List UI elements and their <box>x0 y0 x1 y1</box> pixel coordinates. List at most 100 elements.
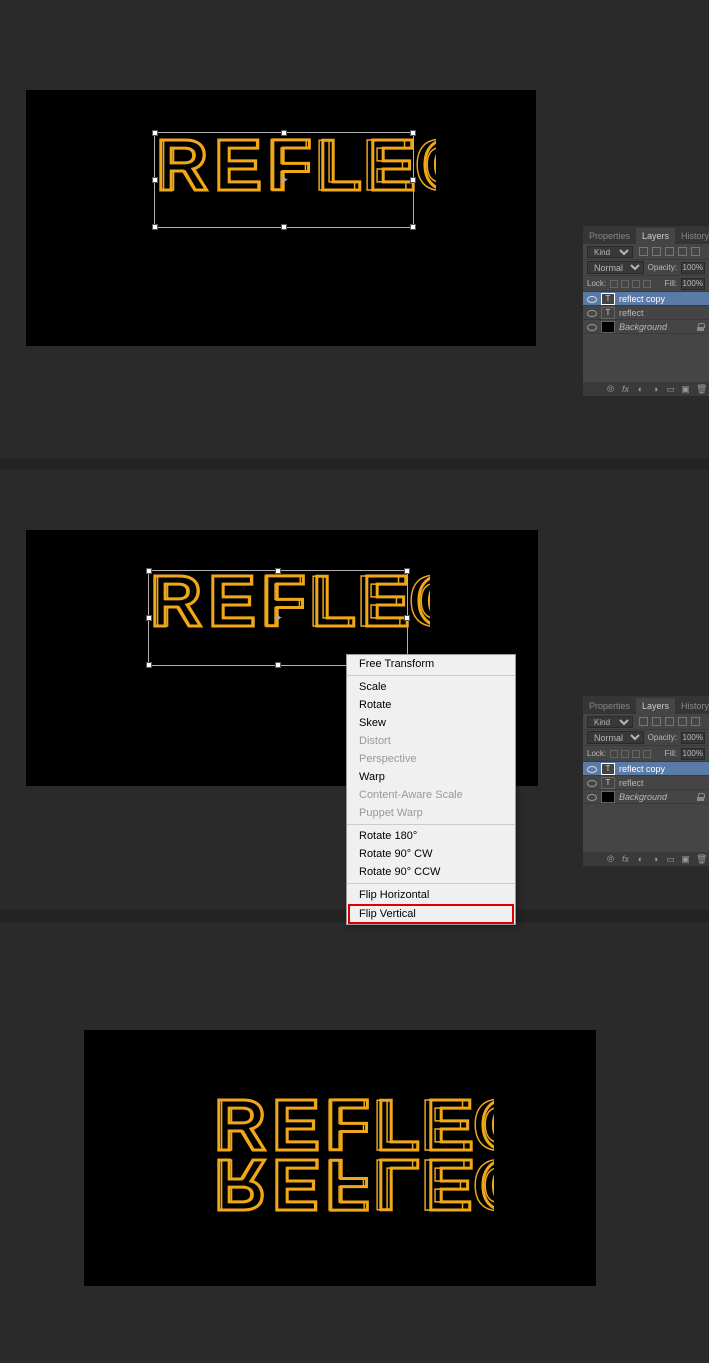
menu-flip-horizontal[interactable]: Flip Horizontal <box>347 886 515 904</box>
lock-pixels-icon[interactable] <box>621 280 629 288</box>
filter-type-icon[interactable] <box>665 247 674 256</box>
tab-layers[interactable]: Layers <box>636 228 675 244</box>
lock-pixels-icon[interactable] <box>621 750 629 758</box>
transform-handle[interactable] <box>410 224 416 230</box>
lock-transparency-icon[interactable] <box>610 280 618 288</box>
transform-bounding-box[interactable]: ✦ <box>154 132 414 228</box>
new-layer-icon[interactable]: ▣ <box>681 385 690 394</box>
layer-row[interactable]: Background <box>583 320 709 334</box>
visibility-toggle-icon[interactable] <box>587 322 597 332</box>
layer-name[interactable]: reflect copy <box>619 764 665 774</box>
canvas[interactable]: REFLECT REFLECT REFLECT REFLECT <box>84 1030 596 1286</box>
lock-position-icon[interactable] <box>632 750 640 758</box>
visibility-toggle-icon[interactable] <box>587 308 597 318</box>
transform-handle[interactable] <box>146 615 152 621</box>
filter-adjustment-icon[interactable] <box>652 717 661 726</box>
filter-shape-icon[interactable] <box>678 717 687 726</box>
opacity-input[interactable] <box>681 262 705 274</box>
transform-handle[interactable] <box>146 568 152 574</box>
menu-free-transform[interactable]: Free Transform <box>347 655 515 673</box>
filter-type-icon[interactable] <box>665 717 674 726</box>
transform-anchor-icon[interactable]: ✦ <box>273 613 283 623</box>
transform-handle[interactable] <box>404 568 410 574</box>
reflect-text-mirrored[interactable]: REFLECT REFLECT REFLECT REFLECT <box>214 1080 494 1250</box>
layer-thumbnail[interactable] <box>601 321 615 333</box>
layer-name[interactable]: reflect copy <box>619 294 665 304</box>
filter-smart-icon[interactable] <box>691 717 700 726</box>
layer-fx-icon[interactable]: fx <box>621 385 630 394</box>
tab-history[interactable]: History <box>675 228 709 244</box>
layer-thumbnail[interactable]: T <box>601 763 615 775</box>
transform-handle[interactable] <box>152 130 158 136</box>
visibility-toggle-icon[interactable] <box>587 792 597 802</box>
transform-handle[interactable] <box>146 662 152 668</box>
menu-warp[interactable]: Warp <box>347 768 515 786</box>
layer-filter-icons[interactable] <box>639 717 700 726</box>
lock-position-icon[interactable] <box>632 280 640 288</box>
layer-thumbnail[interactable]: T <box>601 293 615 305</box>
layer-mask-icon[interactable]: ◐ <box>636 385 645 394</box>
transform-handle[interactable] <box>404 615 410 621</box>
filter-pixel-icon[interactable] <box>639 717 648 726</box>
layer-row[interactable]: Background <box>583 790 709 804</box>
transform-handle[interactable] <box>410 177 416 183</box>
link-layers-icon[interactable]: ⦾ <box>606 385 615 394</box>
layer-kind-filter[interactable]: Kind <box>587 716 633 728</box>
menu-skew[interactable]: Skew <box>347 714 515 732</box>
transform-handle[interactable] <box>152 177 158 183</box>
visibility-toggle-icon[interactable] <box>587 764 597 774</box>
menu-rotate[interactable]: Rotate <box>347 696 515 714</box>
transform-handle[interactable] <box>281 130 287 136</box>
visibility-toggle-icon[interactable] <box>587 294 597 304</box>
menu-flip-vertical[interactable]: Flip Vertical <box>349 905 513 923</box>
tab-properties[interactable]: Properties <box>583 228 636 244</box>
filter-pixel-icon[interactable] <box>639 247 648 256</box>
transform-handle[interactable] <box>275 568 281 574</box>
layer-row[interactable]: T reflect copy <box>583 762 709 776</box>
layer-group-icon[interactable]: ▭ <box>666 855 675 864</box>
transform-anchor-icon[interactable]: ✦ <box>279 175 289 185</box>
layer-thumbnail[interactable] <box>601 791 615 803</box>
transform-handle[interactable] <box>152 224 158 230</box>
fill-input[interactable] <box>681 748 705 760</box>
lock-all-icon[interactable] <box>643 280 651 288</box>
canvas[interactable]: REFLECT REFLECT ✦ <box>26 90 536 346</box>
layer-thumbnail[interactable]: T <box>601 307 615 319</box>
menu-rotate-180[interactable]: Rotate 180° <box>347 827 515 845</box>
layer-name[interactable]: reflect <box>619 778 644 788</box>
layer-name[interactable]: Background <box>619 792 667 802</box>
layer-thumbnail[interactable]: T <box>601 777 615 789</box>
blend-mode-select[interactable]: Normal <box>587 731 644 744</box>
opacity-input[interactable] <box>681 732 705 744</box>
layer-row[interactable]: T reflect copy <box>583 292 709 306</box>
adjustment-layer-icon[interactable]: ◑ <box>651 385 660 394</box>
filter-smart-icon[interactable] <box>691 247 700 256</box>
filter-shape-icon[interactable] <box>678 247 687 256</box>
layer-kind-filter[interactable]: Kind <box>587 246 633 258</box>
transform-bounding-box[interactable]: ✦ <box>148 570 408 666</box>
delete-layer-icon[interactable]: 🗑 <box>696 385 705 394</box>
transform-handle[interactable] <box>275 662 281 668</box>
menu-rotate-90-cw[interactable]: Rotate 90° CW <box>347 845 515 863</box>
delete-layer-icon[interactable]: 🗑 <box>696 855 705 864</box>
transform-handle[interactable] <box>410 130 416 136</box>
blend-mode-select[interactable]: Normal <box>587 261 644 274</box>
menu-scale[interactable]: Scale <box>347 678 515 696</box>
filter-adjustment-icon[interactable] <box>652 247 661 256</box>
lock-transparency-icon[interactable] <box>610 750 618 758</box>
layer-name[interactable]: reflect <box>619 308 644 318</box>
menu-rotate-90-ccw[interactable]: Rotate 90° CCW <box>347 863 515 881</box>
link-layers-icon[interactable]: ⦾ <box>606 855 615 864</box>
layer-fx-icon[interactable]: fx <box>621 855 630 864</box>
new-layer-icon[interactable]: ▣ <box>681 855 690 864</box>
layer-mask-icon[interactable]: ◐ <box>636 855 645 864</box>
layer-name[interactable]: Background <box>619 322 667 332</box>
layer-row[interactable]: T reflect <box>583 776 709 790</box>
lock-all-icon[interactable] <box>643 750 651 758</box>
visibility-toggle-icon[interactable] <box>587 778 597 788</box>
layer-row[interactable]: T reflect <box>583 306 709 320</box>
tab-layers[interactable]: Layers <box>636 698 675 714</box>
tab-properties[interactable]: Properties <box>583 698 636 714</box>
fill-input[interactable] <box>681 278 705 290</box>
adjustment-layer-icon[interactable]: ◑ <box>651 855 660 864</box>
